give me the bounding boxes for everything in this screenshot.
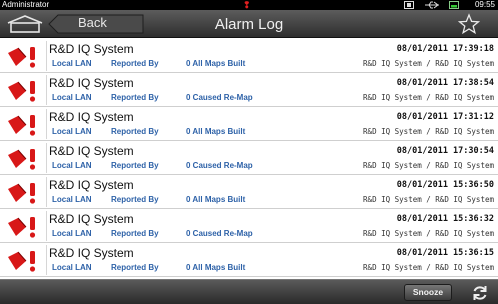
alarm-path: R&D IQ System / R&D IQ System	[363, 229, 494, 238]
alert-indicator-icon[interactable]: ❢	[243, 0, 251, 10]
alarm-timestamp: 08/01/2011 15:36:15	[396, 248, 494, 258]
alarm-location: Local LAN	[52, 195, 92, 204]
alarm-status: 0 All Maps Built	[186, 263, 246, 272]
star-icon	[457, 13, 481, 35]
alarm-status: 0 All Maps Built	[186, 195, 246, 204]
alarm-system: R&D IQ System	[49, 144, 134, 158]
alarm-siren-icon	[8, 47, 36, 68]
alarm-timestamp: 08/01/2011 17:38:54	[396, 78, 494, 88]
status-user: Administrator	[2, 0, 50, 9]
row-separator	[46, 75, 47, 105]
alarm-status: 0 Caused Re-Map	[186, 161, 253, 170]
alarm-siren-icon	[8, 217, 36, 238]
alarm-system: R&D IQ System	[49, 178, 134, 192]
alarm-reported-by-label: Reported By	[111, 229, 159, 238]
snooze-button[interactable]: Snooze	[404, 284, 452, 301]
alarm-location: Local LAN	[52, 59, 92, 68]
alarm-siren-icon	[8, 149, 36, 170]
alarm-location: Local LAN	[52, 229, 92, 238]
bottom-toolbar: Snooze	[0, 279, 498, 304]
alarm-location: Local LAN	[52, 263, 92, 272]
alarm-siren-icon	[8, 251, 36, 272]
refresh-button[interactable]	[470, 283, 490, 303]
row-separator	[46, 41, 47, 71]
alarm-location: Local LAN	[52, 127, 92, 136]
alarm-location: Local LAN	[52, 161, 92, 170]
alarm-status: 0 All Maps Built	[186, 59, 246, 68]
battery-icon	[449, 1, 459, 9]
alarm-system: R&D IQ System	[49, 110, 134, 124]
alarm-timestamp: 08/01/2011 17:39:18	[396, 44, 494, 54]
row-separator	[46, 211, 47, 241]
row-separator	[46, 177, 47, 207]
alarm-status: 0 All Maps Built	[186, 127, 246, 136]
notification-icon	[404, 1, 414, 9]
alarm-reported-by-label: Reported By	[111, 161, 159, 170]
alarm-path: R&D IQ System / R&D IQ System	[363, 263, 494, 272]
title-bar: Back Alarm Log	[0, 10, 498, 38]
alarm-row[interactable]: R&D IQ System Local LAN Reported By 0 All M…	[0, 175, 498, 209]
alarm-path: R&D IQ System / R&D IQ System	[363, 161, 494, 170]
alarm-row[interactable]: R&D IQ System Local LAN Reported By 0 Cause…	[0, 209, 498, 243]
alarm-reported-by-label: Reported By	[111, 93, 159, 102]
alarm-status: 0 Caused Re-Map	[186, 229, 253, 238]
alarm-siren-icon	[8, 183, 36, 204]
alarm-timestamp: 08/01/2011 15:36:50	[396, 180, 494, 190]
alarm-siren-icon	[8, 81, 36, 102]
alarm-path: R&D IQ System / R&D IQ System	[363, 93, 494, 102]
alarm-path: R&D IQ System / R&D IQ System	[363, 195, 494, 204]
alarm-path: R&D IQ System / R&D IQ System	[363, 59, 494, 68]
alarm-timestamp: 08/01/2011 17:30:54	[396, 146, 494, 156]
alarm-row[interactable]: R&D IQ System Local LAN Reported By 0 All M…	[0, 107, 498, 141]
alarm-timestamp: 08/01/2011 17:31:12	[396, 112, 494, 122]
usb-icon	[425, 1, 439, 9]
alarm-row[interactable]: R&D IQ System Local LAN Reported By 0 Cause…	[0, 141, 498, 175]
alarm-reported-by-label: Reported By	[111, 59, 159, 68]
alarm-reported-by-label: Reported By	[111, 195, 159, 204]
alarm-row[interactable]: R&D IQ System Local LAN Reported By 0 Cause…	[0, 73, 498, 107]
alarm-path: R&D IQ System / R&D IQ System	[363, 127, 494, 136]
alarm-reported-by-label: Reported By	[111, 263, 159, 272]
page-title: Alarm Log	[214, 16, 284, 33]
alarm-row[interactable]: R&D IQ System Local LAN Reported By 0 All M…	[0, 39, 498, 73]
alarm-reported-by-label: Reported By	[111, 127, 159, 136]
alarm-location: Local LAN	[52, 93, 92, 102]
row-separator	[46, 143, 47, 173]
alarm-timestamp: 08/01/2011 15:36:32	[396, 214, 494, 224]
row-separator	[46, 245, 47, 275]
favorite-button[interactable]	[457, 13, 481, 35]
alarm-status: 0 Caused Re-Map	[186, 93, 253, 102]
refresh-icon	[473, 286, 487, 300]
alarm-system: R&D IQ System	[49, 246, 134, 260]
alarm-system: R&D IQ System	[49, 76, 134, 90]
status-time: 09:55	[474, 0, 495, 9]
alarm-system: R&D IQ System	[49, 42, 134, 56]
row-separator	[46, 109, 47, 139]
alarm-system: R&D IQ System	[49, 212, 134, 226]
alarm-row[interactable]: R&D IQ System Local LAN Reported By 0 All M…	[0, 243, 498, 277]
status-bar: Administrator ❢ 09:55	[0, 0, 498, 10]
alarm-list[interactable]: R&D IQ System Local LAN Reported By 0 All M…	[0, 39, 498, 279]
alarm-siren-icon	[8, 115, 36, 136]
